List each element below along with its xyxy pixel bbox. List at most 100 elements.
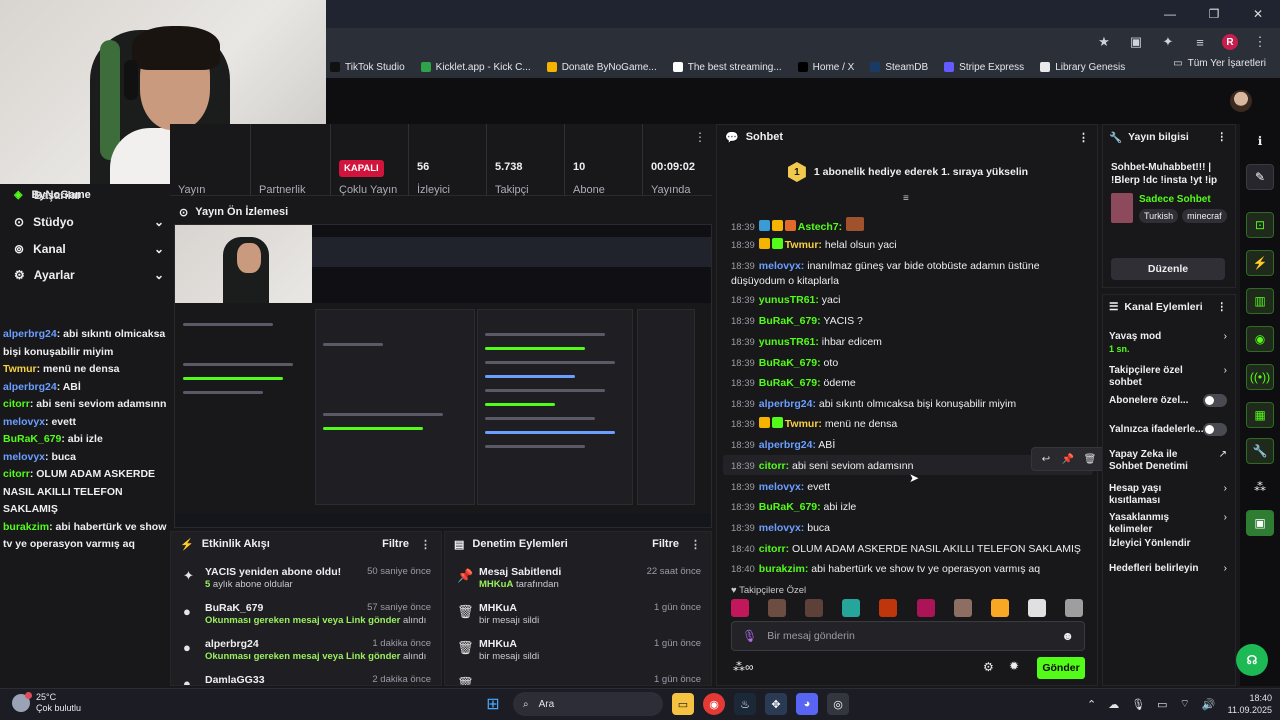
close-icon[interactable]: ✕ (1236, 0, 1280, 28)
chat-username[interactable]: melovyx: (759, 260, 805, 272)
reply-icon[interactable]: ↩ (1037, 451, 1055, 467)
chat-message[interactable]: 18:39 melovyx: buca (731, 521, 1083, 536)
channel-action-item[interactable]: Takipçilere özel sohbet › (1109, 365, 1231, 389)
emote[interactable] (879, 599, 898, 617)
emote[interactable] (805, 599, 824, 617)
volume-icon[interactable]: 🔊 (1202, 698, 1216, 711)
wifi-icon[interactable]: ⌔ (1180, 697, 1190, 711)
discord-icon[interactable]: ◕ (796, 693, 818, 715)
channel-action-item[interactable]: Yavaş mod 1 sn. › (1109, 331, 1231, 355)
emoji-icon[interactable]: ☻ (1061, 629, 1074, 643)
chat-menu-icon[interactable]: ⋮ (1078, 131, 1089, 144)
stream-info-menu-icon[interactable]: ⋮ (1217, 131, 1228, 143)
event-item[interactable]: ● DamlaGG33 2 dakika önce (171, 674, 441, 685)
event-item[interactable]: ● BuRaK_679 Okunması gereken mesaj veya Li… (171, 602, 441, 638)
activity-menu-icon[interactable]: ⋮ (420, 538, 431, 551)
chat-username[interactable]: Twmur: (785, 418, 822, 430)
windows-start-icon[interactable]: ⊞ (482, 693, 504, 715)
moderation-filter-button[interactable]: Filtre (652, 538, 679, 550)
chat-message[interactable]: 18:40 citorr: OLUM ADAM ASKERDE NASIL AKI… (731, 542, 1083, 557)
chat-input-box[interactable]: 🎙 ☻ (731, 621, 1085, 651)
bookmark-item[interactable]: TikTok Studio (330, 62, 405, 73)
emote[interactable] (768, 599, 787, 617)
chat-message[interactable]: 18:39 BuRaK_679: abi izle (731, 500, 1083, 515)
chat-username[interactable]: citorr: (759, 543, 789, 555)
nav-studio[interactable]: ⊙ Stüdyo ⌄ (14, 215, 164, 229)
chat-message[interactable]: 18:39 yunusTR61: ihbar edicem (731, 335, 1083, 350)
emote[interactable] (842, 599, 861, 617)
emote[interactable] (916, 599, 935, 617)
gear-icon[interactable]: ⚙ (983, 660, 994, 674)
channel-action-item[interactable]: Yapay Zeka ile Sohbet Denetimi ↗ (1109, 449, 1231, 473)
channel-action-item[interactable]: Hedefleri belirleyin › (1109, 563, 1231, 575)
chat-message[interactable]: 18:39 melovyx: inanılmaz güneş var bide o… (731, 259, 1083, 289)
app-icon[interactable]: ✥ (765, 693, 787, 715)
chat-username[interactable]: yunusTR61: (759, 336, 819, 348)
maximize-icon[interactable]: ❐ (1192, 0, 1236, 28)
support-chat-button[interactable]: ☊ (1236, 644, 1268, 676)
chrome-icon[interactable]: ◉ (703, 693, 725, 715)
pencil-icon[interactable]: ✎ (1246, 164, 1274, 190)
emote[interactable] (990, 599, 1009, 617)
pinned-toggle-icon[interactable]: ≡ (903, 193, 909, 204)
weather-widget[interactable]: 25°C Çok bulutlu (12, 692, 81, 714)
nav-channel[interactable]: ⊚ Kanal ⌄ (14, 242, 164, 256)
chat-input[interactable] (767, 630, 1052, 642)
event-item[interactable]: 🗑 MHKuA bir mesajı sildi 1 gün önce (445, 638, 711, 674)
points-icon[interactable]: ⁂∞ (733, 660, 754, 674)
toggle-switch[interactable] (1203, 423, 1227, 436)
lightning-icon[interactable]: ⚡ (1246, 250, 1274, 276)
stream-category[interactable]: Sadece Sohbet (1139, 194, 1211, 205)
edit-button[interactable]: Düzenle (1111, 258, 1225, 280)
send-button[interactable]: Gönder (1037, 657, 1085, 679)
event-item[interactable]: ● alperbrg24 Okunması gereken mesaj veya L… (171, 638, 441, 674)
chat-message[interactable]: 18:39 Twmur: helal olsun yaci (731, 238, 1083, 253)
event-item[interactable]: 🗑 MHKuA bir mesajı sildi 1 gün önce (445, 602, 711, 638)
grid-icon[interactable]: ▦ (1246, 402, 1274, 428)
moderation-menu-icon[interactable]: ⋮ (690, 538, 701, 551)
bookmark-item[interactable]: Donate ByNoGame... (546, 62, 657, 73)
chat-message[interactable]: 18:39 Twmur: menü ne densa (731, 417, 1083, 432)
file-explorer-icon[interactable]: ▭ (672, 693, 694, 715)
toggle-switch[interactable] (1203, 394, 1227, 407)
chat-username[interactable]: BuRaK_679: (759, 315, 821, 327)
dots-icon[interactable]: ⁂ (1246, 474, 1274, 500)
stat-partnership[interactable]: Partnerlik (250, 124, 330, 196)
stats-menu-icon[interactable]: ⋮ (694, 130, 706, 144)
chat-message[interactable]: 18:39 melovyx: evett (731, 480, 1083, 495)
chat-username[interactable]: alperbrg24: (759, 439, 816, 451)
stream-preview[interactable] (174, 224, 712, 528)
wrench-icon[interactable]: 🔧 (1246, 438, 1274, 464)
mic-icon[interactable]: 🎙 (742, 629, 757, 643)
stat-multistream[interactable]: KAPALI Çoklu Yayın (330, 124, 408, 196)
event-item[interactable]: 🗑 1 gün önce (445, 674, 711, 685)
chat-username[interactable]: melovyx: (759, 522, 805, 534)
event-item[interactable]: ✦ YACIS yeniden abone oldu! 5 aylık abone … (171, 566, 441, 602)
settings-cog-icon[interactable]: ✹ (1009, 659, 1019, 673)
trash-icon[interactable]: 🗑 (1081, 451, 1099, 467)
channel-action-item[interactable]: Yasaklanmış kelimeler › (1109, 512, 1231, 536)
clipboard-icon[interactable]: ▥ (1246, 288, 1274, 314)
steam-icon[interactable]: ♨ (734, 693, 756, 715)
activity-filter-button[interactable]: Filtre (382, 538, 409, 550)
emote[interactable] (1064, 599, 1083, 617)
menu-icon[interactable]: ⋮ (1250, 32, 1270, 52)
tag[interactable]: Turkish (1139, 209, 1179, 223)
chat-message[interactable]: 18:39 BuRaK_679: oto (731, 356, 1083, 371)
plugin-icon[interactable]: ▣ (1246, 510, 1274, 536)
chat-username[interactable]: BuRaK_679: (759, 377, 821, 389)
all-bookmarks[interactable]: ▭ Tüm Yer İşaretleri (1173, 58, 1266, 69)
translate-icon[interactable]: ▣ (1126, 32, 1146, 52)
chevron-up-icon[interactable]: ⌃ (1087, 698, 1096, 711)
broadcast-icon[interactable]: ((•)) (1246, 364, 1274, 390)
chat-username[interactable]: BuRaK_679: (759, 357, 821, 369)
clock[interactable]: 18:40 11.09.2025 (1228, 692, 1272, 716)
info-icon[interactable]: ℹ (1246, 128, 1274, 154)
chat-username[interactable]: Twmur: (785, 239, 822, 251)
profile-avatar[interactable]: R (1222, 34, 1238, 50)
camera-icon[interactable]: ⊡ (1246, 212, 1274, 238)
chat-username[interactable]: citorr: (759, 460, 789, 472)
chat-username[interactable]: Astech7: (798, 221, 842, 233)
channel-actions-menu-icon[interactable]: ⋮ (1217, 301, 1228, 313)
emote[interactable] (731, 599, 749, 617)
